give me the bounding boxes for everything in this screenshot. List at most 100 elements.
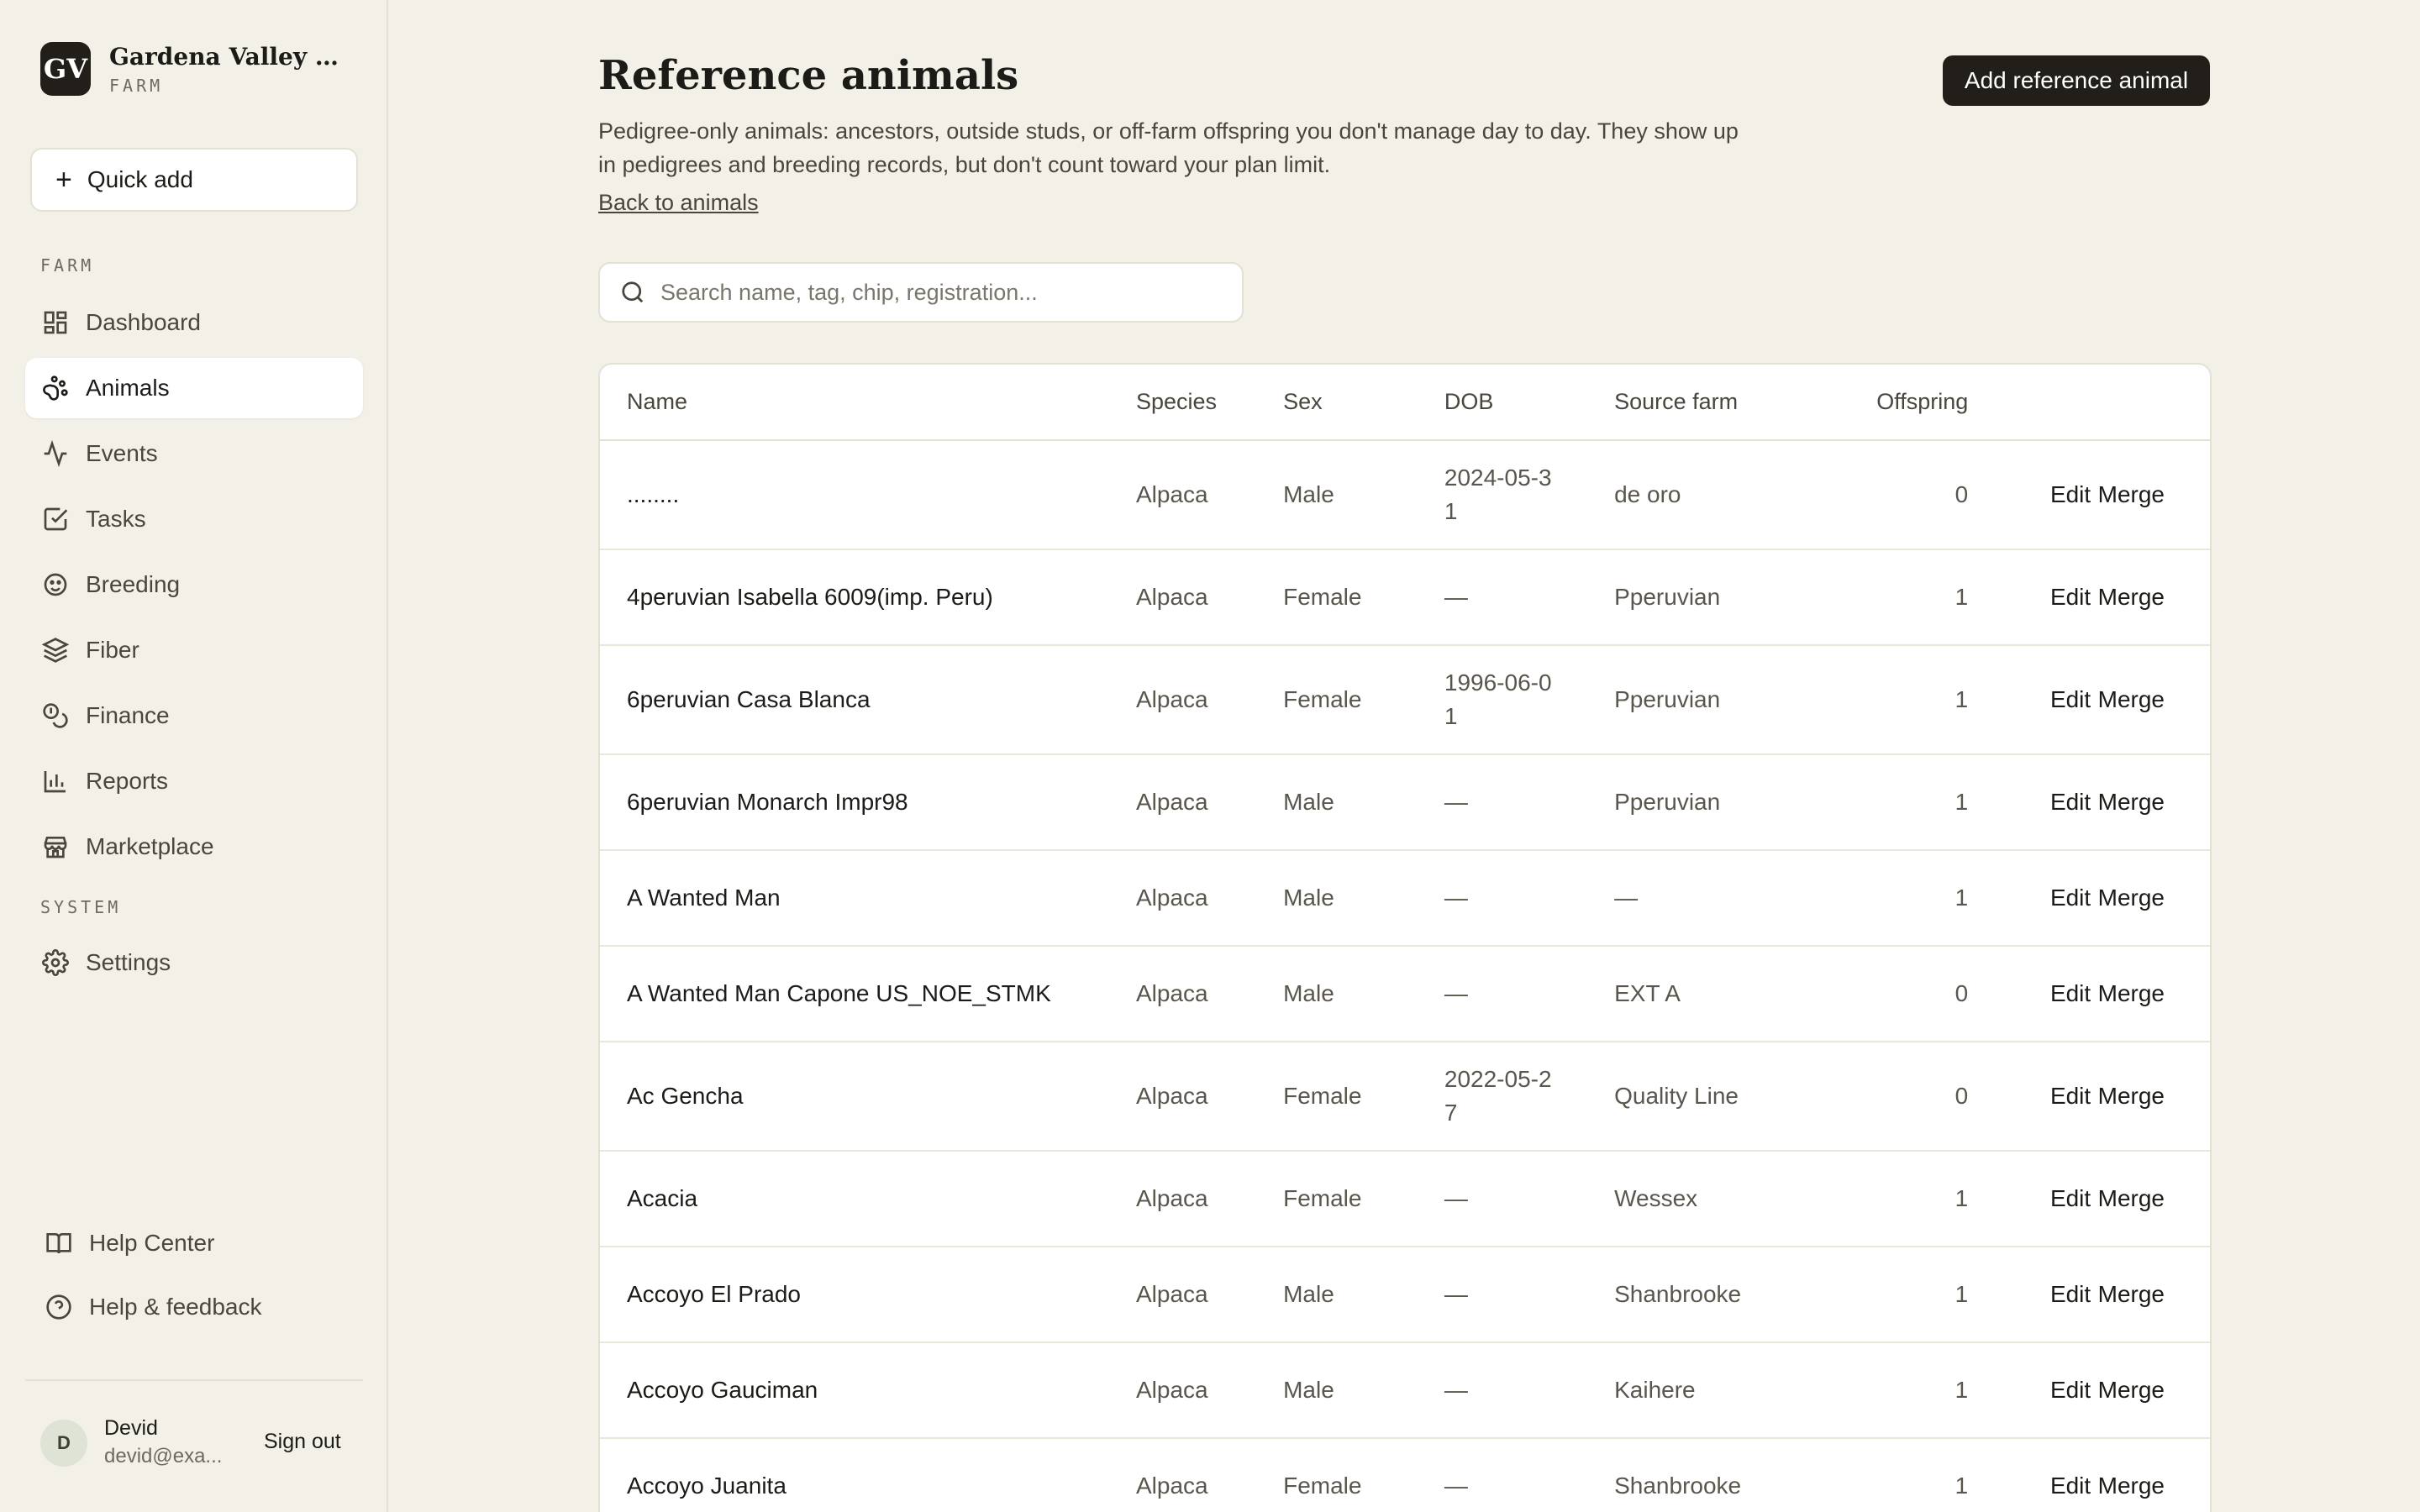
table-row[interactable]: Accoyo Gauciman Alpaca Male — Kaihere 1 Edit Me…	[600, 1342, 2210, 1439]
cell-name[interactable]: Accoyo Gauciman	[600, 1342, 1136, 1439]
table-row[interactable]: A Wanted Man Alpaca Male — —1 Edit Merge	[600, 850, 2210, 947]
cell-name[interactable]: 6peruvian Monarch Impr98	[600, 754, 1136, 851]
cell-source-farm: Quality Line	[1614, 1042, 1846, 1152]
nav-item-tasks[interactable]: Tasks	[25, 489, 363, 549]
header-name[interactable]: Name	[600, 365, 1136, 441]
brand[interactable]: GV Gardena Valley Alp... FARM	[40, 42, 353, 96]
cell-offspring: 1	[1845, 754, 1969, 851]
cell-name[interactable]: Accoyo El Prado	[600, 1247, 1136, 1343]
merge-button[interactable]: Merge	[2098, 686, 2165, 712]
sign-out-button[interactable]: Sign out	[264, 1430, 341, 1454]
edit-button[interactable]: Edit	[2050, 1083, 2091, 1109]
paw-icon	[42, 375, 69, 402]
page-description: Pedigree-only animals: ancestors, outsid…	[598, 118, 1739, 177]
header-sex[interactable]: Sex	[1283, 365, 1444, 441]
header-dob[interactable]: DOB	[1444, 365, 1615, 441]
merge-button[interactable]: Merge	[2098, 1377, 2165, 1403]
merge-button[interactable]: Merge	[2098, 481, 2165, 507]
dob-value: 1996-06-01	[1444, 669, 1552, 729]
table-row[interactable]: Accoyo Juanita Alpaca Female — Shanbrooke 1 Ed…	[600, 1438, 2210, 1512]
cell-name[interactable]: Ac Gencha	[600, 1042, 1136, 1152]
edit-button[interactable]: Edit	[2050, 789, 2091, 815]
cell-dob: —	[1444, 549, 1615, 646]
table-row[interactable]: Ac Gencha Alpaca Female 2022-05-27 Quality L…	[600, 1042, 2210, 1152]
header-species[interactable]: Species	[1135, 365, 1284, 441]
book-icon	[46, 1233, 71, 1254]
dob-value: 2022-05-27	[1444, 1066, 1552, 1126]
edit-button[interactable]: Edit	[2050, 686, 2091, 712]
nav-item-label: Reports	[86, 768, 169, 794]
nav-item-label: Marketplace	[86, 833, 214, 859]
cell-species: Alpaca	[1135, 754, 1284, 851]
cell-name[interactable]: Acacia	[600, 1151, 1136, 1247]
cell-dob: 2024-05-31	[1444, 440, 1615, 550]
merge-button[interactable]: Merge	[2098, 1281, 2165, 1307]
help-feedback-label: Help & feedback	[89, 1294, 262, 1320]
nav-item-marketplace[interactable]: Marketplace	[25, 816, 363, 877]
cell-name[interactable]: ........	[600, 440, 1136, 550]
edit-button[interactable]: Edit	[2050, 885, 2091, 911]
cell-offspring: 0	[1845, 440, 1969, 550]
edit-button[interactable]: Edit	[2050, 1377, 2091, 1403]
cell-offspring: 0	[1845, 946, 1969, 1042]
table-row[interactable]: 6peruvian Casa Blanca Alpaca Female 1996-06…	[600, 645, 2210, 755]
nav-item-events[interactable]: Events	[25, 423, 363, 484]
edit-button[interactable]: Edit	[2050, 1185, 2091, 1211]
search-icon	[622, 281, 644, 303]
merge-button[interactable]: Merge	[2098, 789, 2165, 815]
header-offspring[interactable]: Offspring	[1845, 365, 1969, 441]
dob-value: —	[1444, 1377, 1468, 1403]
table-row[interactable]: A Wanted Man Capone US_NOE_STMK Alpaca Mal…	[600, 946, 2210, 1042]
merge-button[interactable]: Merge	[2098, 584, 2165, 610]
add-reference-animal-button[interactable]: Add reference animal	[1943, 55, 2210, 106]
help-center-link[interactable]: Help Center	[45, 1218, 214, 1268]
edit-button[interactable]: Edit	[2050, 584, 2091, 610]
merge-button[interactable]: Merge	[2098, 1083, 2165, 1109]
nav-item-settings[interactable]: Settings	[25, 932, 363, 993]
cell-sex: Female	[1283, 1042, 1444, 1152]
cell-species: Alpaca	[1135, 1342, 1284, 1439]
help-feedback-link[interactable]: Help & feedback	[45, 1282, 261, 1332]
merge-button[interactable]: Merge	[2098, 1473, 2165, 1499]
cell-name[interactable]: 6peruvian Casa Blanca	[600, 645, 1136, 755]
sidebar: GV Gardena Valley Alp... FARM + Quick ad…	[0, 0, 388, 1512]
search-box	[598, 262, 1244, 323]
nav-item-breeding[interactable]: Breeding	[25, 554, 363, 615]
merge-button[interactable]: Merge	[2098, 1185, 2165, 1211]
edit-button[interactable]: Edit	[2050, 481, 2091, 507]
quick-add-button[interactable]: + Quick add	[30, 148, 358, 212]
layers-icon	[42, 637, 69, 664]
table-row[interactable]: 4peruvian Isabella 6009(imp. Peru) Alpaca…	[600, 549, 2210, 646]
cell-source-farm: Wessex	[1614, 1151, 1846, 1247]
cell-edit: Edit	[1968, 946, 2091, 1042]
cell-name[interactable]: A Wanted Man Capone US_NOE_STMK	[600, 946, 1136, 1042]
table-row[interactable]: Acacia Alpaca Female — Wessex 1 Edit Merge	[600, 1151, 2210, 1247]
edit-button[interactable]: Edit	[2050, 980, 2091, 1006]
merge-button[interactable]: Merge	[2098, 885, 2165, 911]
cell-name[interactable]: 4peruvian Isabella 6009(imp. Peru)	[600, 549, 1136, 646]
cell-merge: Merge	[2091, 754, 2210, 851]
table-row[interactable]: 6peruvian Monarch Impr98 Alpaca Male — Pperu…	[600, 754, 2210, 851]
search-input[interactable]	[660, 279, 1232, 306]
cell-sex: Female	[1283, 1438, 1444, 1512]
back-to-animals-link[interactable]: Back to animals	[598, 190, 759, 216]
edit-button[interactable]: Edit	[2050, 1281, 2091, 1307]
nav-item-animals[interactable]: Animals	[25, 358, 363, 418]
header-source-farm[interactable]: Source farm	[1614, 365, 1846, 441]
brand-text: Gardena Valley Alp... FARM	[109, 43, 353, 96]
cell-source-farm: —	[1614, 850, 1846, 947]
cell-name[interactable]: Accoyo Juanita	[600, 1438, 1136, 1512]
table-row[interactable]: Accoyo El Prado Alpaca Male — Shanbrooke 1 Edi…	[600, 1247, 2210, 1343]
cell-name[interactable]: A Wanted Man	[600, 850, 1136, 947]
merge-button[interactable]: Merge	[2098, 980, 2165, 1006]
edit-button[interactable]: Edit	[2050, 1473, 2091, 1499]
nav-item-finance[interactable]: Finance	[25, 685, 363, 746]
nav-item-dashboard[interactable]: Dashboard	[25, 292, 363, 353]
table-row[interactable]: ........ Alpaca Male 2024-05-31 de oro 0 Edit M…	[600, 440, 2210, 550]
cell-sex: Male	[1283, 754, 1444, 851]
animals-table: Name Species Sex DOB Source farm Offspri…	[600, 365, 2210, 1512]
cell-sex: Female	[1283, 549, 1444, 646]
cell-edit: Edit	[1968, 754, 2091, 851]
nav-item-reports[interactable]: Reports	[25, 751, 363, 811]
nav-item-fiber[interactable]: Fiber	[25, 620, 363, 680]
